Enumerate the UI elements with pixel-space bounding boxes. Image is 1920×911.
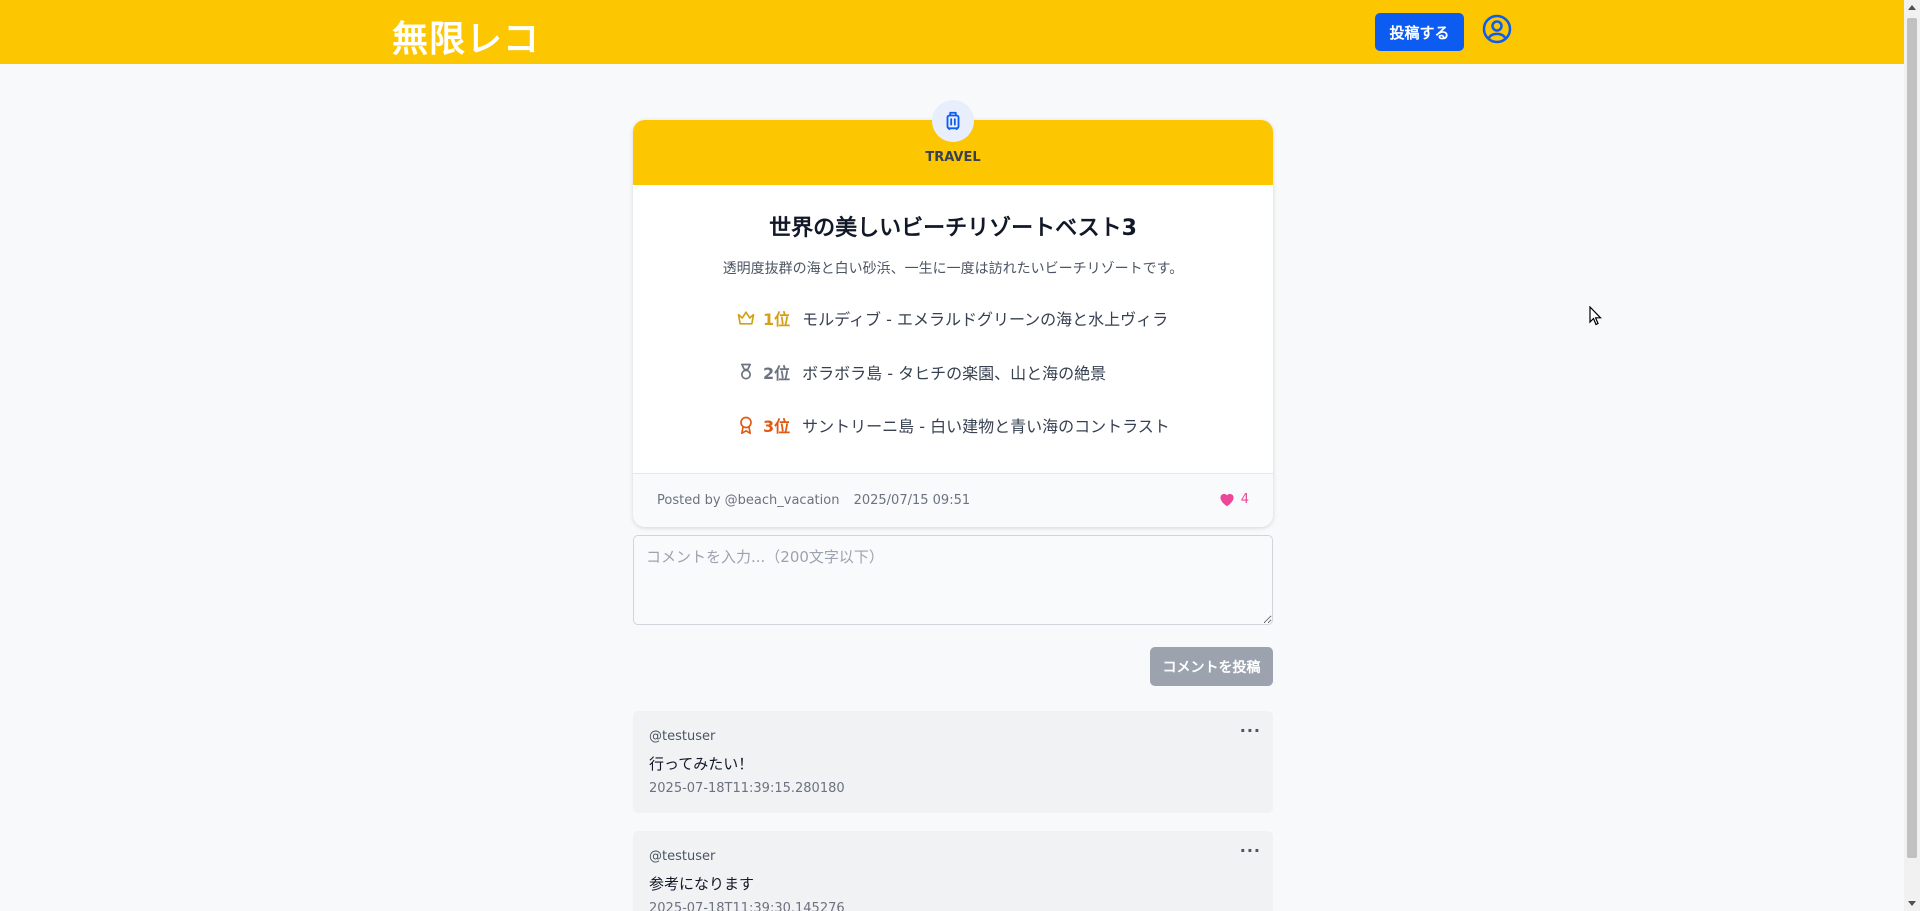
rank-text: モルディブ - エメラルドグリーンの海と水上ヴィラ	[802, 310, 1169, 329]
rank-text: サントリーニ島 - 白い建物と青い海のコントラスト	[802, 417, 1170, 436]
rank-label: 3位	[763, 417, 791, 436]
category-label: TRAVEL	[925, 150, 981, 165]
crown-icon	[736, 308, 756, 328]
card-header: TRAVEL	[633, 100, 1273, 185]
comment-user[interactable]: @testuser	[649, 729, 715, 744]
medal-icon	[736, 362, 756, 382]
post-meta: Posted by @beach_vacation 2025/07/15 09:…	[657, 493, 980, 508]
scroll-up-icon[interactable]	[1908, 5, 1916, 10]
comment-time: 2025-07-18T11:39:15.280180	[649, 781, 845, 796]
luggage-icon	[932, 100, 974, 142]
comment-user[interactable]: @testuser	[649, 849, 715, 864]
rank-label: 2位	[763, 364, 791, 383]
rank-item-3: 3位 サントリーニ島 - 白い建物と青い海のコントラスト	[736, 413, 1170, 437]
more-options-icon[interactable]: ···	[1240, 841, 1261, 860]
post-card: TRAVEL 世界の美しいビーチリゾートベスト3 透明度抜群の海と白い砂浜、一生…	[633, 100, 1273, 527]
heart-icon	[1220, 493, 1234, 507]
page-scrollbar[interactable]	[1904, 0, 1920, 911]
comment-text: 行ってみたい！	[649, 755, 754, 773]
site-logo[interactable]: 無限レコ	[392, 10, 540, 62]
post-date: 2025/07/15 09:51	[853, 493, 971, 508]
post-author[interactable]: Posted by @beach_vacation	[657, 493, 839, 508]
comment-item: @testuser 参考になります 2025-07-18T11:39:30.14…	[633, 831, 1273, 911]
top-header: 無限レコ 投稿する	[0, 0, 1904, 64]
rank-label: 1位	[763, 310, 791, 329]
scroll-down-icon[interactable]	[1908, 901, 1916, 906]
card-footer: Posted by @beach_vacation 2025/07/15 09:…	[633, 473, 1273, 527]
rank-item-1: 1位 モルディブ - エメラルドグリーンの海と水上ヴィラ	[736, 306, 1168, 330]
comment-time: 2025-07-18T11:39:30.145276	[649, 901, 845, 911]
award-icon	[736, 415, 756, 435]
rank-item-2: 2位 ボラボラ島 - タヒチの楽園、山と海の絶景	[736, 360, 1106, 384]
comment-submit-button[interactable]: コメントを投稿	[1150, 647, 1273, 686]
more-options-icon[interactable]: ···	[1240, 721, 1261, 740]
like-button[interactable]: 4	[1218, 491, 1249, 507]
like-count: 4	[1240, 491, 1249, 507]
comment-input[interactable]	[633, 535, 1273, 625]
scroll-thumb[interactable]	[1907, 18, 1917, 858]
mouse-cursor-icon	[1589, 305, 1603, 330]
new-post-button[interactable]: 投稿する	[1375, 13, 1464, 51]
comment-item: @testuser 行ってみたい！ 2025-07-18T11:39:15.28…	[633, 711, 1273, 813]
user-account-icon[interactable]	[1481, 13, 1513, 45]
comment-text: 参考になります	[649, 875, 755, 893]
post-title: 世界の美しいビーチリゾートベスト3	[769, 216, 1137, 241]
post-description: 透明度抜群の海と白い砂浜、一生に一度は訪れたいビーチリゾートです。	[722, 261, 1184, 277]
rank-text: ボラボラ島 - タヒチの楽園、山と海の絶景	[802, 364, 1107, 383]
